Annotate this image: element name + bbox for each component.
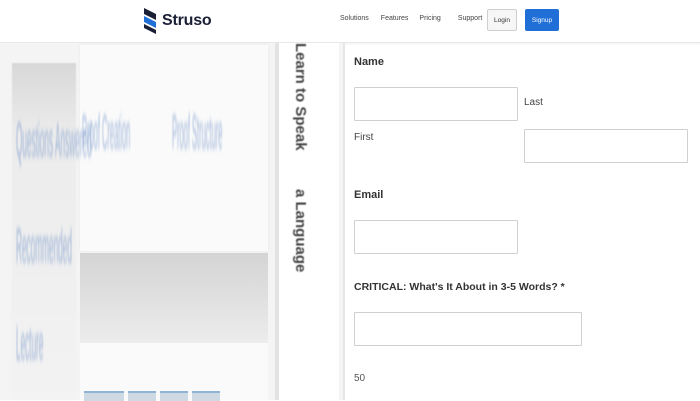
first-name-sublabel: First: [354, 132, 374, 143]
login-button[interactable]: Login: [487, 9, 517, 31]
email-label: Email: [354, 189, 384, 201]
preview-vertical-text: Learn to Speak: [292, 43, 309, 151]
email-input[interactable]: [354, 220, 518, 254]
nav-features[interactable]: Features: [381, 15, 409, 22]
preview-language-panel: Learn to Speak a Language: [279, 43, 339, 400]
last-name-input[interactable]: [524, 129, 688, 163]
main-nav: Solutions Features Pricing Support: [340, 15, 482, 22]
course-preview-area: Questions Answered Recommended Lecture P…: [0, 43, 345, 401]
top-navbar: Struso Solutions Features Pricing Suppor…: [0, 0, 700, 43]
logo-text: Struso: [162, 12, 212, 29]
preview-text: Proof Creation: [82, 107, 131, 162]
preview-vertical-text: a Language: [292, 189, 309, 273]
nav-solutions[interactable]: Solutions: [340, 15, 369, 22]
critical-summary-label: CRITICAL: What's It About in 3-5 Words? …: [354, 281, 565, 293]
preview-border: [343, 43, 345, 400]
nav-support[interactable]: Support: [458, 15, 483, 22]
nav-pricing[interactable]: Pricing: [419, 15, 440, 22]
first-name-input[interactable]: [354, 87, 518, 121]
last-name-sublabel: Last: [524, 97, 543, 108]
struso-logo-icon: [144, 8, 156, 34]
character-counter: 50: [354, 373, 366, 384]
logo[interactable]: Struso: [142, 8, 212, 34]
preview-text: Lecture: [16, 318, 44, 373]
preview-text: Recommended: [16, 221, 72, 276]
preview-band: [80, 253, 268, 343]
preview-text: Questions Answered: [16, 115, 92, 170]
preview-text: Proof Structure: [172, 107, 223, 162]
summary-words-input[interactable]: [354, 312, 582, 346]
name-label: Name: [354, 56, 384, 68]
signup-button[interactable]: Signup: [525, 9, 559, 31]
